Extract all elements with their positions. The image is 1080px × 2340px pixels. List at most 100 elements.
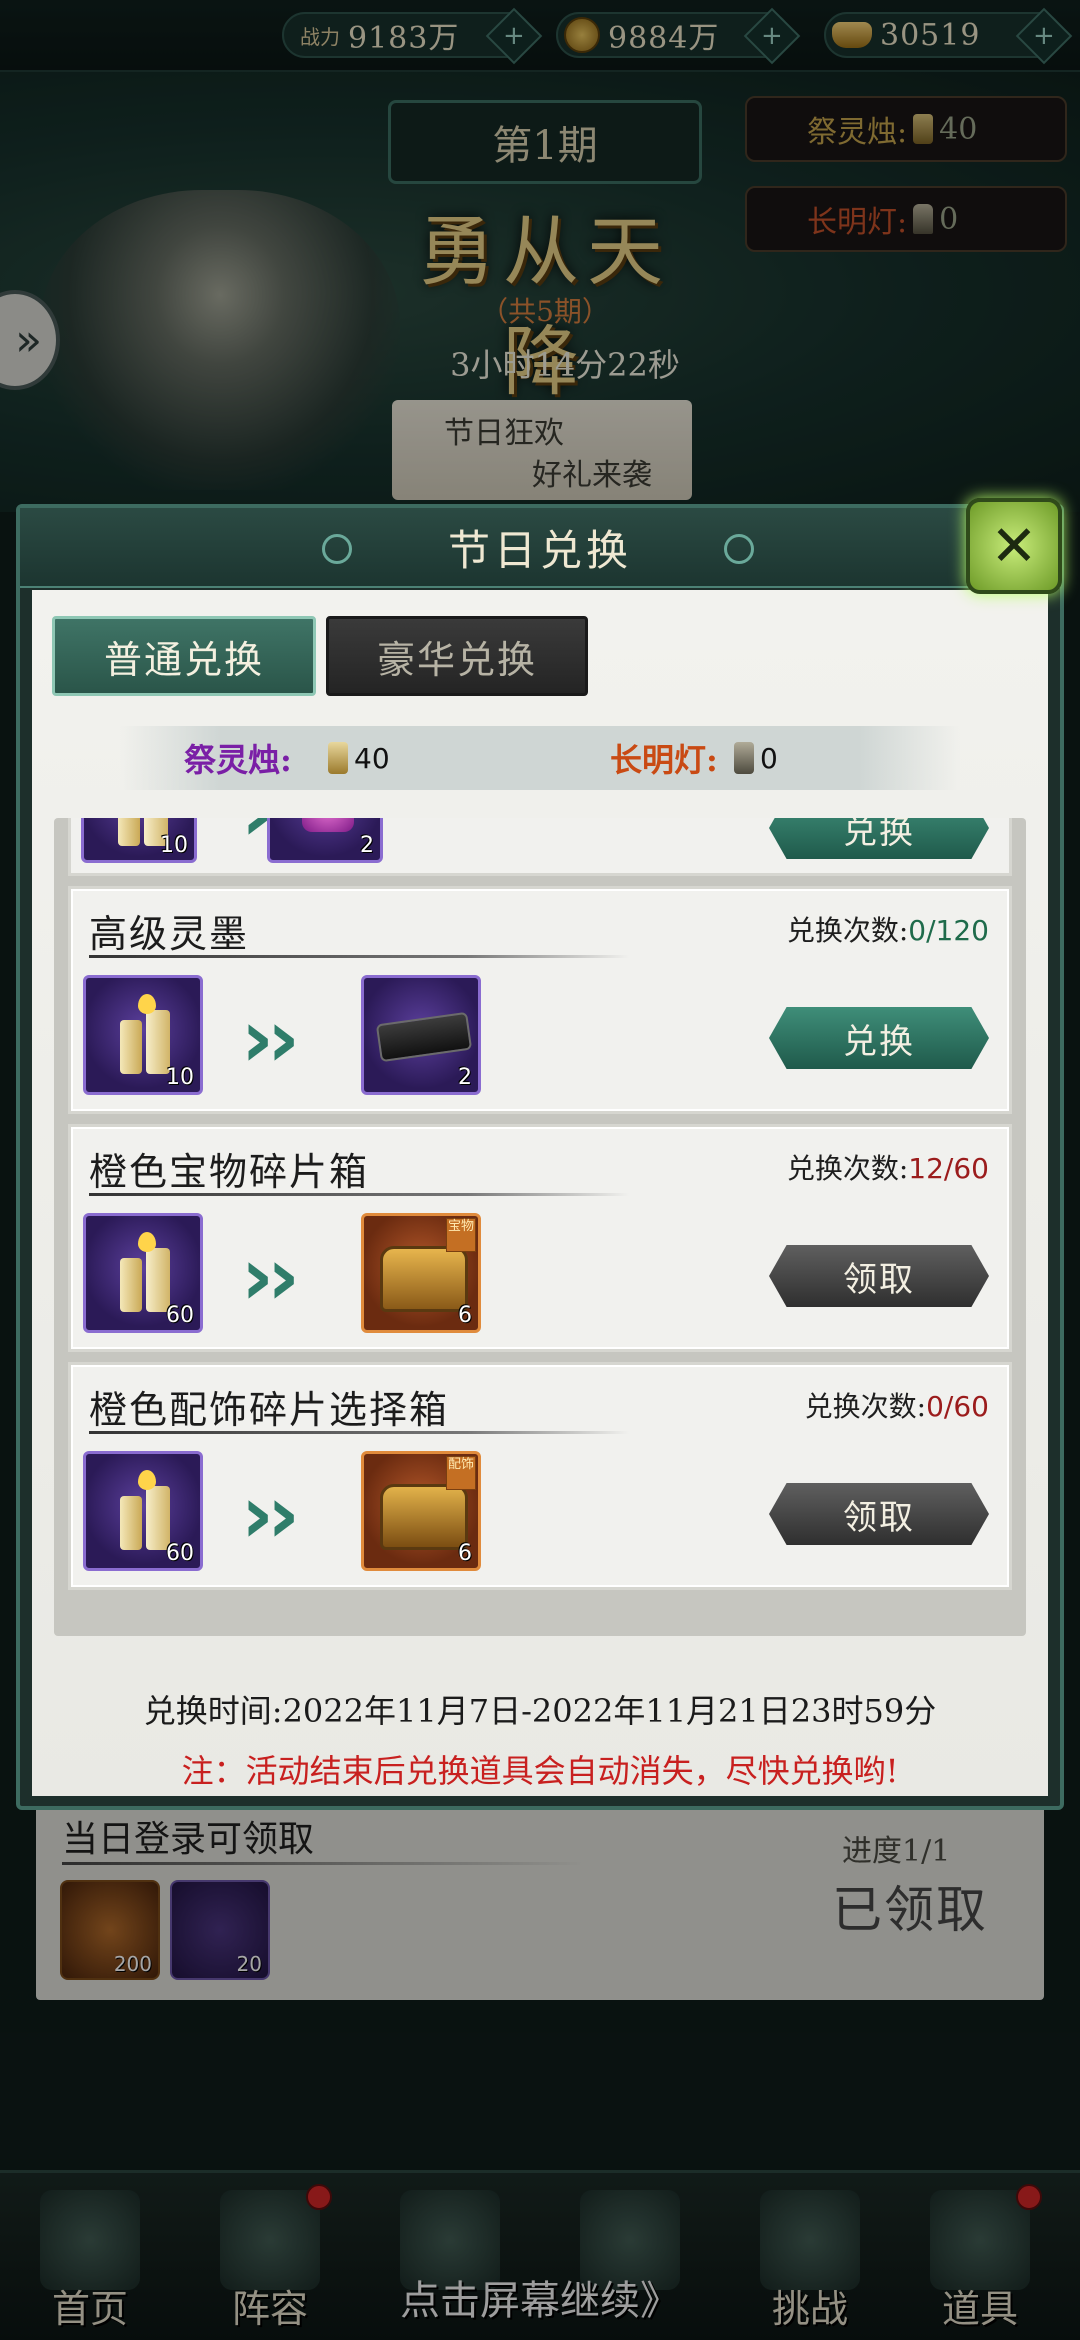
period-tag: 第1期 bbox=[388, 100, 702, 184]
double-chevron-icon: ›› bbox=[241, 992, 300, 1085]
row-item-name: 橙色宝物碎片箱 bbox=[89, 1150, 370, 1194]
exchange-row: 橙色配饰碎片选择箱 兑换次数:0/60 60 › › 配饰 6 领取 bbox=[68, 1362, 1012, 1590]
exchange-row: 橙色宝物碎片箱 兑换次数:12/60 60 › › 宝物 6 领取 bbox=[68, 1124, 1012, 1352]
reward-item-candle[interactable]: 20 bbox=[170, 1880, 270, 1980]
reward-item[interactable]: 2 bbox=[361, 975, 481, 1095]
cost-item[interactable]: 10 bbox=[81, 818, 197, 863]
lineup-icon bbox=[220, 2190, 320, 2290]
daily-login-title: 当日登录可领取 bbox=[62, 1819, 315, 1860]
divider bbox=[62, 1862, 582, 1865]
exchange-row: 10 ›› 2 兑换 bbox=[68, 818, 1012, 876]
reward-item-ingot[interactable]: 200 bbox=[60, 1880, 160, 1980]
total-periods: （共5期） bbox=[480, 295, 610, 328]
exchange-button[interactable]: 兑换 bbox=[769, 818, 989, 859]
lamp-label: 长明灯: bbox=[807, 205, 908, 240]
lamp-icon bbox=[734, 742, 754, 774]
notification-dot bbox=[1016, 2184, 1042, 2210]
notification-dot bbox=[306, 2184, 332, 2210]
reward-count: 6 bbox=[458, 1541, 472, 1566]
scroll-icon bbox=[760, 2190, 860, 2290]
candle-value: 40 bbox=[354, 742, 390, 775]
home-icon bbox=[40, 2190, 140, 2290]
exchange-button[interactable]: 兑换 bbox=[769, 1007, 989, 1069]
close-icon: ✕ bbox=[990, 513, 1038, 579]
coins-value: 9884万 bbox=[608, 21, 720, 56]
ornament-icon bbox=[724, 534, 754, 564]
reward-tag: 宝物 bbox=[446, 1218, 476, 1252]
candle-icon bbox=[328, 742, 348, 774]
double-chevron-icon: ›› bbox=[241, 1230, 300, 1323]
dialog-title: 节日兑换 bbox=[20, 508, 1060, 588]
claimed-stamp: 已领取 bbox=[832, 1881, 988, 1939]
currency-bar: 祭灵烛: 40 长明灯: 0 bbox=[120, 726, 960, 790]
row-item-name: 高级灵墨 bbox=[89, 912, 250, 956]
lamp-label: 长明灯: bbox=[610, 741, 718, 779]
coins-display: 9884万 + bbox=[556, 7, 801, 65]
nav-items[interactable]: 道具 bbox=[900, 2184, 1060, 2331]
nav-home[interactable]: 首页 bbox=[10, 2190, 170, 2331]
chest-icon bbox=[380, 1246, 468, 1312]
nav-items-label: 道具 bbox=[941, 2287, 1018, 2331]
reward-item[interactable]: 2 bbox=[267, 818, 383, 863]
exchange-note: 注：活动结束后兑换道具会自动消失，尽快兑换哟! bbox=[181, 1752, 899, 1790]
nav-challenge-label: 挑战 bbox=[771, 2287, 848, 2331]
cost-count: 10 bbox=[166, 1065, 194, 1090]
exchange-count: 兑换次数:0/60 bbox=[804, 1390, 989, 1423]
scroll-line-1: 节日狂欢 bbox=[444, 416, 564, 451]
exchange-row: 高级灵墨 兑换次数:0/120 10 › › 2 兑换 bbox=[68, 886, 1012, 1114]
cost-count: 60 bbox=[166, 1303, 194, 1328]
chest-icon bbox=[380, 1484, 468, 1550]
claim-button[interactable]: 领取 bbox=[769, 1245, 989, 1307]
divider bbox=[89, 1431, 629, 1434]
candle-icon bbox=[913, 114, 934, 144]
reward-count: 2 bbox=[360, 833, 374, 858]
ingot-icon bbox=[832, 22, 872, 48]
reward-item[interactable]: 配饰 6 bbox=[361, 1451, 481, 1571]
cost-item[interactable]: 60 bbox=[83, 1213, 203, 1333]
lamp-value: 0 bbox=[760, 742, 778, 775]
divider bbox=[89, 1193, 629, 1196]
reward-count: 20 bbox=[236, 1952, 262, 1976]
row-item-name: 橙色配饰碎片选择箱 bbox=[89, 1388, 450, 1432]
nav-challenge[interactable]: 挑战 bbox=[730, 2190, 890, 2331]
gem-icon bbox=[302, 818, 354, 832]
tab-normal-exchange[interactable]: 普通兑换 bbox=[52, 616, 316, 696]
countdown-timer: 3小时14分22秒 bbox=[450, 346, 680, 384]
cost-item[interactable]: 60 bbox=[83, 1451, 203, 1571]
reward-item[interactable]: 宝物 6 bbox=[361, 1213, 481, 1333]
coin-icon bbox=[564, 17, 600, 53]
character-art bbox=[40, 190, 400, 490]
reward-count: 2 bbox=[458, 1065, 472, 1090]
candle-label: 祭灵烛: bbox=[184, 741, 292, 779]
nav-lineup[interactable]: 阵容 bbox=[190, 2184, 350, 2331]
candle-counter: 祭灵烛: 40 bbox=[745, 96, 1067, 162]
exchange-list[interactable]: 10 ›› 2 兑换 高级灵墨 兑换次数:0/120 10 ›› 2 兑换 橙色… bbox=[54, 818, 1026, 1636]
nav-home-label: 首页 bbox=[51, 2287, 128, 2331]
cost-count: 60 bbox=[166, 1541, 194, 1566]
reward-tag: 配饰 bbox=[446, 1456, 476, 1490]
lamp-icon bbox=[913, 204, 934, 234]
ornament-icon bbox=[322, 534, 352, 564]
exchange-time: 兑换时间:2022年11月7日-2022年11月21日23时59分 bbox=[143, 1692, 937, 1730]
close-button[interactable]: ✕ bbox=[966, 498, 1062, 594]
tab-deluxe-exchange[interactable]: 豪华兑换 bbox=[326, 616, 588, 696]
reward-count: 6 bbox=[458, 1303, 472, 1328]
cost-item[interactable]: 10 bbox=[83, 975, 203, 1095]
candle-label: 祭灵烛: bbox=[807, 115, 908, 150]
lamp-value: 0 bbox=[939, 201, 959, 237]
bag-icon bbox=[930, 2190, 1030, 2290]
tap-to-continue[interactable]: 点击屏幕继续》 bbox=[380, 2268, 700, 2326]
power-value: 9183万 bbox=[348, 21, 460, 56]
power-display: 战力 9183万 + bbox=[282, 7, 543, 65]
lamp-counter: 长明灯: 0 bbox=[745, 186, 1067, 252]
ingots-value: 30519 bbox=[880, 17, 981, 53]
double-chevron-icon: ›› bbox=[241, 1468, 300, 1561]
divider bbox=[89, 955, 629, 958]
ink-stick-icon bbox=[375, 1011, 473, 1063]
ingots-display: 30519 + bbox=[824, 7, 1073, 65]
claim-button[interactable]: 领取 bbox=[769, 1483, 989, 1545]
candle-value: 40 bbox=[939, 111, 978, 147]
scroll-line-2: 好礼来袭 bbox=[532, 458, 652, 493]
nav-lineup-label: 阵容 bbox=[231, 2287, 308, 2331]
daily-login-progress: 进度1/1 bbox=[842, 1834, 951, 1869]
